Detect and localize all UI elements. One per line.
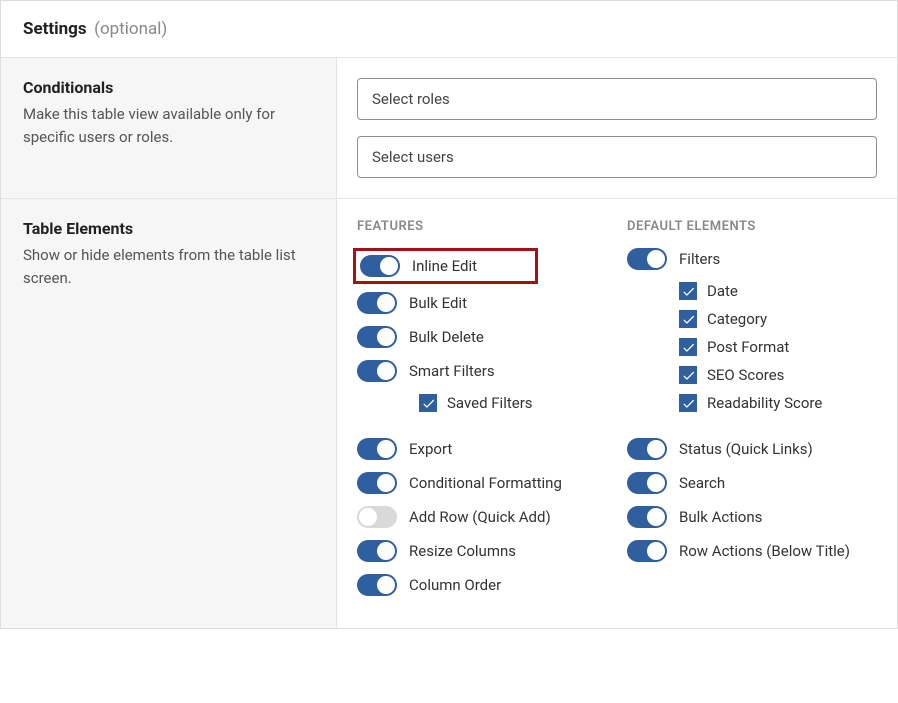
section-conditionals-controls: Select roles Select users bbox=[337, 58, 897, 198]
column-order-label: Column Order bbox=[409, 576, 501, 594]
feature-bulk-delete-row: Bulk Delete bbox=[357, 326, 607, 348]
default-header: DEFAULT ELEMENTS bbox=[627, 219, 877, 234]
date-checkbox[interactable] bbox=[679, 282, 697, 300]
seo-scores-checkbox[interactable] bbox=[679, 366, 697, 384]
readability-score-label: Readability Score bbox=[707, 394, 822, 412]
category-checkbox[interactable] bbox=[679, 310, 697, 328]
saved-filters-checkbox[interactable] bbox=[419, 394, 437, 412]
check-icon bbox=[682, 397, 695, 410]
conditional-formatting-toggle[interactable] bbox=[357, 472, 397, 494]
inline-edit-label: Inline Edit bbox=[412, 257, 477, 275]
table-elements-title: Table Elements bbox=[23, 219, 314, 238]
feature-resize-columns-row: Resize Columns bbox=[357, 540, 607, 562]
filters-label: Filters bbox=[679, 250, 720, 268]
check-icon bbox=[422, 397, 435, 410]
seo-scores-label: SEO Scores bbox=[707, 366, 784, 384]
section-table-elements-info: Table Elements Show or hide elements fro… bbox=[1, 199, 337, 628]
table-elements-desc: Show or hide elements from the table lis… bbox=[23, 244, 314, 291]
saved-filters-row: Saved Filters bbox=[419, 394, 607, 412]
column-order-toggle[interactable] bbox=[357, 574, 397, 596]
inline-edit-toggle[interactable] bbox=[360, 255, 400, 277]
filters-toggle[interactable] bbox=[627, 248, 667, 270]
smart-filters-toggle[interactable] bbox=[357, 360, 397, 382]
default-status-row: Status (Quick Links) bbox=[627, 438, 877, 460]
panel-header: Settings (optional) bbox=[1, 1, 897, 58]
bulk-edit-toggle[interactable] bbox=[357, 292, 397, 314]
saved-filters-label: Saved Filters bbox=[447, 394, 533, 412]
feature-inline-edit-row: Inline Edit bbox=[353, 248, 538, 284]
conditional-formatting-label: Conditional Formatting bbox=[409, 474, 562, 492]
status-toggle[interactable] bbox=[627, 438, 667, 460]
readability-score-checkbox[interactable] bbox=[679, 394, 697, 412]
bulk-delete-toggle[interactable] bbox=[357, 326, 397, 348]
date-label: Date bbox=[707, 282, 738, 300]
conditionals-title: Conditionals bbox=[23, 78, 314, 97]
feature-export-row: Export bbox=[357, 438, 607, 460]
post-format-label: Post Format bbox=[707, 338, 789, 356]
feature-add-row-row: Add Row (Quick Add) bbox=[357, 506, 607, 528]
section-table-elements-controls: FEATURES Inline Edit Bulk Edit Bulk Dele… bbox=[337, 199, 897, 628]
post-format-checkbox[interactable] bbox=[679, 338, 697, 356]
bulk-actions-label: Bulk Actions bbox=[679, 508, 762, 526]
check-icon bbox=[682, 369, 695, 382]
export-label: Export bbox=[409, 440, 452, 458]
features-header: FEATURES bbox=[357, 219, 607, 234]
post-format-row: Post Format bbox=[679, 338, 877, 356]
search-toggle[interactable] bbox=[627, 472, 667, 494]
row-actions-toggle[interactable] bbox=[627, 540, 667, 562]
smart-filters-label: Smart Filters bbox=[409, 362, 495, 380]
date-row: Date bbox=[679, 282, 877, 300]
status-label: Status (Quick Links) bbox=[679, 440, 813, 458]
default-bulk-actions-row: Bulk Actions bbox=[627, 506, 877, 528]
panel-subtitle: (optional) bbox=[94, 19, 167, 39]
search-label: Search bbox=[679, 474, 725, 492]
select-users[interactable]: Select users bbox=[357, 136, 877, 178]
check-icon bbox=[682, 313, 695, 326]
seo-scores-row: SEO Scores bbox=[679, 366, 877, 384]
resize-columns-label: Resize Columns bbox=[409, 542, 516, 560]
add-row-label: Add Row (Quick Add) bbox=[409, 508, 551, 526]
section-table-elements: Table Elements Show or hide elements fro… bbox=[1, 199, 897, 628]
bulk-delete-label: Bulk Delete bbox=[409, 328, 484, 346]
feature-conditional-formatting-row: Conditional Formatting bbox=[357, 472, 607, 494]
select-roles[interactable]: Select roles bbox=[357, 78, 877, 120]
bulk-actions-toggle[interactable] bbox=[627, 506, 667, 528]
section-conditionals: Conditionals Make this table view availa… bbox=[1, 58, 897, 199]
settings-panel: Settings (optional) Conditionals Make th… bbox=[0, 0, 898, 629]
default-filters-row: Filters bbox=[627, 248, 877, 270]
feature-bulk-edit-row: Bulk Edit bbox=[357, 292, 607, 314]
add-row-toggle[interactable] bbox=[357, 506, 397, 528]
resize-columns-toggle[interactable] bbox=[357, 540, 397, 562]
readability-score-row: Readability Score bbox=[679, 394, 877, 412]
feature-column-order-row: Column Order bbox=[357, 574, 607, 596]
conditionals-desc: Make this table view available only for … bbox=[23, 103, 314, 150]
check-icon bbox=[682, 285, 695, 298]
panel-title: Settings bbox=[23, 19, 87, 39]
category-row: Category bbox=[679, 310, 877, 328]
export-toggle[interactable] bbox=[357, 438, 397, 460]
check-icon bbox=[682, 341, 695, 354]
bulk-edit-label: Bulk Edit bbox=[409, 294, 467, 312]
feature-smart-filters-row: Smart Filters bbox=[357, 360, 607, 382]
section-conditionals-info: Conditionals Make this table view availa… bbox=[1, 58, 337, 198]
features-column: FEATURES Inline Edit Bulk Edit Bulk Dele… bbox=[357, 219, 607, 608]
category-label: Category bbox=[707, 310, 767, 328]
default-row-actions-row: Row Actions (Below Title) bbox=[627, 540, 877, 562]
row-actions-label: Row Actions (Below Title) bbox=[679, 542, 850, 560]
default-search-row: Search bbox=[627, 472, 877, 494]
default-elements-column: DEFAULT ELEMENTS Filters Date bbox=[627, 219, 877, 608]
